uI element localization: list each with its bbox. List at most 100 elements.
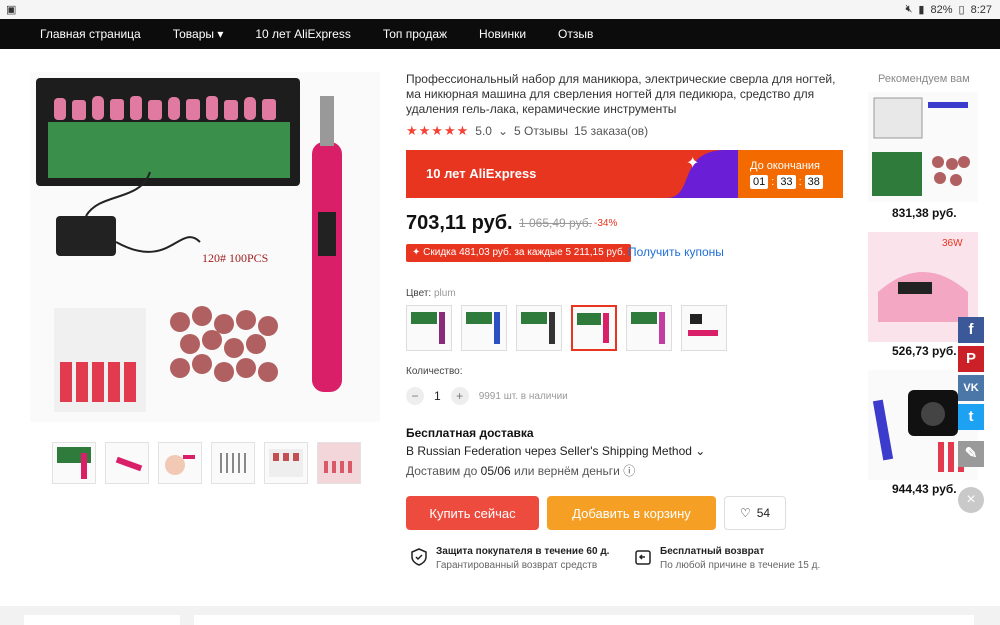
timer-label: До окончания: [750, 160, 821, 172]
recommend-title: Рекомендуем вам: [878, 73, 970, 85]
product-title: Профессиональный набор для маникюра, эле…: [406, 72, 836, 116]
return-icon: [635, 550, 651, 565]
thumbnail-image: [269, 449, 303, 477]
product-image-illustration: 120# 100PCS: [36, 78, 342, 412]
color-swatches: [406, 305, 727, 351]
facebook-share-icon[interactable]: f: [958, 317, 984, 343]
quantity-value[interactable]: 1: [434, 389, 441, 403]
recommend-item-image[interactable]: [868, 92, 978, 202]
footer-card: [194, 615, 974, 625]
nav-reviews[interactable]: Отзыв: [542, 27, 609, 41]
color-swatch-selected[interactable]: [571, 305, 617, 351]
get-coupons-link[interactable]: Получить купоны: [628, 245, 724, 259]
discount-badge: -34%: [594, 218, 618, 229]
nav-new[interactable]: Новинки: [463, 27, 542, 41]
swatch-image: [521, 312, 555, 344]
shipping-method-text: В Russian Federation через Seller's Ship…: [406, 444, 692, 458]
thumbnail-image: [165, 455, 195, 475]
swatch-image: [577, 313, 609, 343]
battery-level: 82%: [930, 3, 953, 16]
orders-count: 15 заказа(ов): [574, 124, 649, 138]
nav-products[interactable]: Товары ▾: [157, 27, 240, 41]
color-value: plum: [433, 288, 456, 299]
heart-icon: ♡: [739, 506, 751, 520]
nav-products-label: Товары: [172, 27, 215, 41]
color-swatch[interactable]: [406, 305, 452, 351]
timer-separator: :: [798, 176, 802, 188]
buyer-protection: Защита покупателя в течение 60 д. Гарант…: [410, 546, 609, 571]
quantity-label: Количество:: [406, 366, 463, 377]
color-label: Цвет: plum: [406, 288, 456, 299]
edit-share-icon[interactable]: ✎: [958, 441, 984, 467]
recommend-badge: 36W: [942, 238, 963, 249]
recommend-price: 526,73 руб.: [892, 344, 957, 358]
wishlist-count: 54: [756, 506, 771, 520]
chevron-down-icon[interactable]: ⌄: [498, 124, 508, 138]
reviews-link[interactable]: 5 Отзывы: [514, 124, 568, 138]
image-caption: 120# 100PCS: [202, 251, 268, 265]
battery-icon: ▯: [958, 4, 965, 16]
timer-minutes: 33: [777, 175, 796, 189]
close-icon[interactable]: ×: [958, 487, 984, 513]
minus-button[interactable]: −: [406, 387, 424, 405]
nav-home[interactable]: Главная страница: [0, 27, 157, 41]
footer-card: [24, 615, 180, 625]
delivery-date: 05/06: [480, 464, 511, 478]
old-price: 1 065,49 руб.: [519, 216, 592, 230]
plus-button[interactable]: +: [450, 387, 469, 405]
thumbnail[interactable]: [211, 442, 255, 484]
free-return: Бесплатный возврат По любой причине в те…: [634, 546, 820, 571]
nav-anniversary[interactable]: 10 лет AliExpress: [239, 27, 366, 41]
wishlist-button[interactable]: ♡ 54: [724, 496, 786, 530]
return-title: Бесплатный возврат: [660, 546, 765, 557]
delivery-estimate: Доставим до 05/06 или вернём деньги ⓘ: [406, 462, 635, 479]
recommend-image: [872, 97, 970, 196]
thumbnail-strip: [52, 442, 361, 484]
timer-hours: 01: [750, 175, 769, 189]
pinterest-share-icon[interactable]: P: [958, 346, 984, 372]
twitter-share-icon[interactable]: t: [958, 404, 984, 430]
help-icon[interactable]: ⓘ: [623, 464, 635, 478]
gallery-icon: ▣: [6, 4, 17, 16]
thumbnail[interactable]: [158, 442, 202, 484]
thumbnail-image: [115, 456, 143, 472]
chevron-down-icon: ⌄: [691, 444, 706, 458]
shipping-method[interactable]: В Russian Federation через Seller's Ship…: [406, 444, 705, 458]
thumbnail-image: [220, 453, 246, 473]
mute-icon: 🔇︎: [905, 3, 913, 15]
promo-banner[interactable]: ✦ 10 лет AliExpress До окончания 01 : 33…: [406, 150, 843, 198]
system-status-bar: ▣ 🔇︎ ▮ 82% ▯ 8:27: [0, 0, 1000, 19]
timer-seconds: 38: [804, 175, 823, 189]
thumbnail-image: [57, 447, 91, 479]
color-label-text: Цвет:: [406, 288, 432, 299]
color-swatch[interactable]: [626, 305, 672, 351]
thumbnail[interactable]: [264, 442, 308, 484]
vk-share-icon[interactable]: VK: [958, 375, 984, 401]
thumbnail[interactable]: [317, 442, 361, 484]
return-subtitle: По любой причине в течение 15 д.: [660, 560, 821, 571]
thumbnail[interactable]: [52, 442, 96, 484]
protection-title: Защита покупателя в течение 60 д.: [436, 546, 610, 557]
thumbnail[interactable]: [105, 442, 149, 484]
protection-subtitle: Гарантированный возврат средств: [436, 560, 598, 571]
rating-value: 5.0: [475, 124, 492, 138]
product-main-image[interactable]: 120# 100PCS: [30, 72, 380, 422]
swatch-image: [631, 312, 665, 344]
nav-top-sales[interactable]: Топ продаж: [367, 27, 463, 41]
buy-now-button[interactable]: Купить сейчас: [406, 496, 539, 530]
stock-count: 9991 шт. в наличии: [478, 390, 568, 402]
timer-separator: :: [771, 176, 775, 188]
coupon-badge: ✦ Скидка 481,03 руб. за каждые 5 211,15 …: [406, 244, 632, 262]
color-swatch[interactable]: [461, 305, 507, 351]
color-swatch[interactable]: [516, 305, 562, 351]
sparkle-icon: ✦: [686, 155, 699, 172]
signal-icon: ▮: [918, 4, 925, 16]
recommend-price: 831,38 руб.: [892, 206, 957, 220]
shipping-title: Бесплатная доставка: [406, 426, 534, 440]
swatch-image: [688, 314, 718, 336]
color-swatch[interactable]: [681, 305, 727, 351]
recommend-price: 944,43 руб.: [892, 482, 957, 496]
swatch-image: [411, 312, 445, 344]
footer-band: [0, 606, 1000, 625]
add-to-cart-button[interactable]: Добавить в корзину: [547, 496, 716, 530]
